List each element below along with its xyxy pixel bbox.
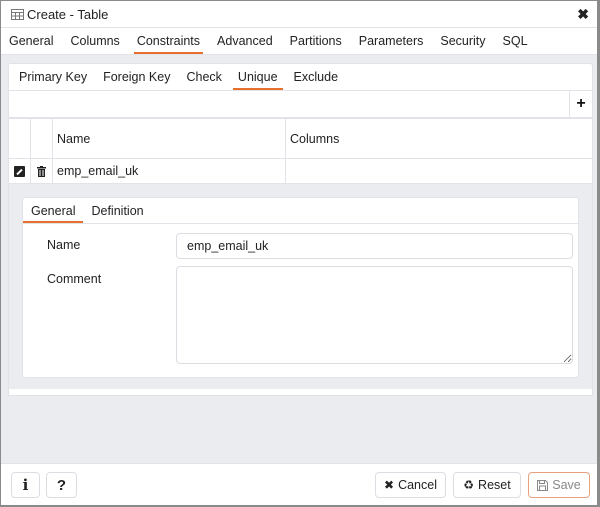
tab-label: General	[9, 34, 54, 48]
tab-label: General	[31, 203, 76, 218]
tab-columns[interactable]: Columns	[63, 28, 126, 54]
tab-exclude[interactable]: Exclude	[286, 64, 346, 90]
tab-label: Unique	[237, 70, 278, 84]
tab-check[interactable]: Check	[178, 64, 229, 90]
tab-constraints[interactable]: Constraints	[130, 28, 207, 54]
tab-parameters[interactable]: Parameters	[352, 28, 431, 54]
edit-icon[interactable]	[14, 166, 25, 178]
panel-bottom-strip	[8, 389, 593, 396]
tab-label: Partitions	[289, 34, 342, 48]
edit-cell[interactable]	[8, 158, 31, 184]
comment-row: Comment	[23, 266, 578, 364]
tab-security[interactable]: Security	[433, 28, 492, 54]
comment-label: Comment	[47, 272, 102, 286]
delete-cell[interactable]	[30, 158, 53, 184]
title-bar[interactable]: Create - Table ✖	[1, 1, 597, 28]
name-row: Name	[23, 233, 578, 259]
tab-detail-general[interactable]: General	[23, 198, 84, 223]
header-columns: Columns	[285, 118, 593, 159]
detail-area: General Definition Name Comment	[8, 184, 593, 389]
info-button[interactable]: i	[11, 472, 40, 498]
add-row-button[interactable]: +	[569, 91, 592, 117]
tab-label: Foreign Key	[103, 70, 171, 84]
constraints-panel: Primary Key Foreign Key Check Unique Exc…	[8, 63, 593, 398]
close-icon[interactable]: ✖	[577, 6, 589, 23]
detail-tabs: General Definition	[23, 198, 578, 224]
header-delete-cell	[30, 118, 53, 159]
trash-icon[interactable]	[37, 166, 46, 178]
tab-label: Exclude	[293, 70, 339, 84]
tab-primary-key[interactable]: Primary Key	[11, 64, 95, 90]
grid-header-row: Name Columns	[8, 118, 593, 159]
row-name[interactable]: emp_email_uk	[52, 158, 286, 184]
reset-label: Reset	[478, 478, 511, 492]
tab-sql[interactable]: SQL	[496, 28, 535, 54]
table-icon	[11, 8, 24, 20]
tab-foreign-key[interactable]: Foreign Key	[95, 64, 178, 90]
save-button[interactable]: Save	[528, 472, 590, 498]
reset-button[interactable]: ♻ Reset	[453, 472, 521, 498]
header-name: Name	[52, 118, 286, 159]
tab-label: Primary Key	[19, 70, 88, 84]
name-label: Name	[47, 238, 81, 252]
tab-label: SQL	[502, 34, 528, 48]
tab-general[interactable]: General	[2, 28, 60, 54]
cancel-button[interactable]: ✖ Cancel	[375, 472, 446, 498]
save-label: Save	[552, 478, 581, 492]
dialog-footer: i ? ✖ Cancel ♻ Reset Save	[1, 463, 597, 505]
main-tabs: General Columns Constraints Advanced Par…	[1, 28, 597, 55]
tab-detail-definition[interactable]: Definition	[83, 198, 151, 223]
unique-constraints-grid: Name Columns emp_email_uk	[8, 118, 593, 184]
tab-partitions[interactable]: Partitions	[283, 28, 349, 54]
row-columns[interactable]	[285, 158, 593, 184]
tab-advanced[interactable]: Advanced	[210, 28, 280, 54]
detail-card: General Definition Name Comment	[22, 197, 579, 378]
tab-label: Constraints	[136, 34, 201, 48]
grid-toolbar: +	[8, 91, 593, 118]
cancel-label: Cancel	[398, 478, 437, 492]
tab-unique[interactable]: Unique	[230, 64, 286, 90]
table-row[interactable]: emp_email_uk	[8, 158, 593, 184]
tab-label: Parameters	[358, 34, 424, 48]
name-input[interactable]	[176, 233, 573, 259]
dialog-title: Create - Table	[27, 6, 109, 22]
tab-label: Definition	[91, 203, 144, 218]
create-table-dialog: Create - Table ✖ General Columns Constra…	[0, 0, 600, 507]
constraint-tabs: Primary Key Foreign Key Check Unique Exc…	[8, 63, 593, 91]
help-button[interactable]: ?	[46, 472, 77, 498]
comment-textarea[interactable]	[176, 266, 573, 364]
recycle-icon: ♻	[463, 478, 475, 492]
tab-label: Check	[186, 70, 222, 84]
tab-label: Advanced	[217, 34, 273, 48]
header-edit-cell	[8, 118, 31, 159]
close-icon: ✖	[384, 478, 395, 492]
floppy-disk-icon	[537, 479, 549, 491]
info-icon: i	[22, 476, 29, 494]
tab-label: Security	[440, 34, 486, 48]
help-icon: ?	[56, 476, 67, 494]
plus-icon: +	[576, 95, 586, 112]
tab-label: Columns	[70, 34, 120, 48]
